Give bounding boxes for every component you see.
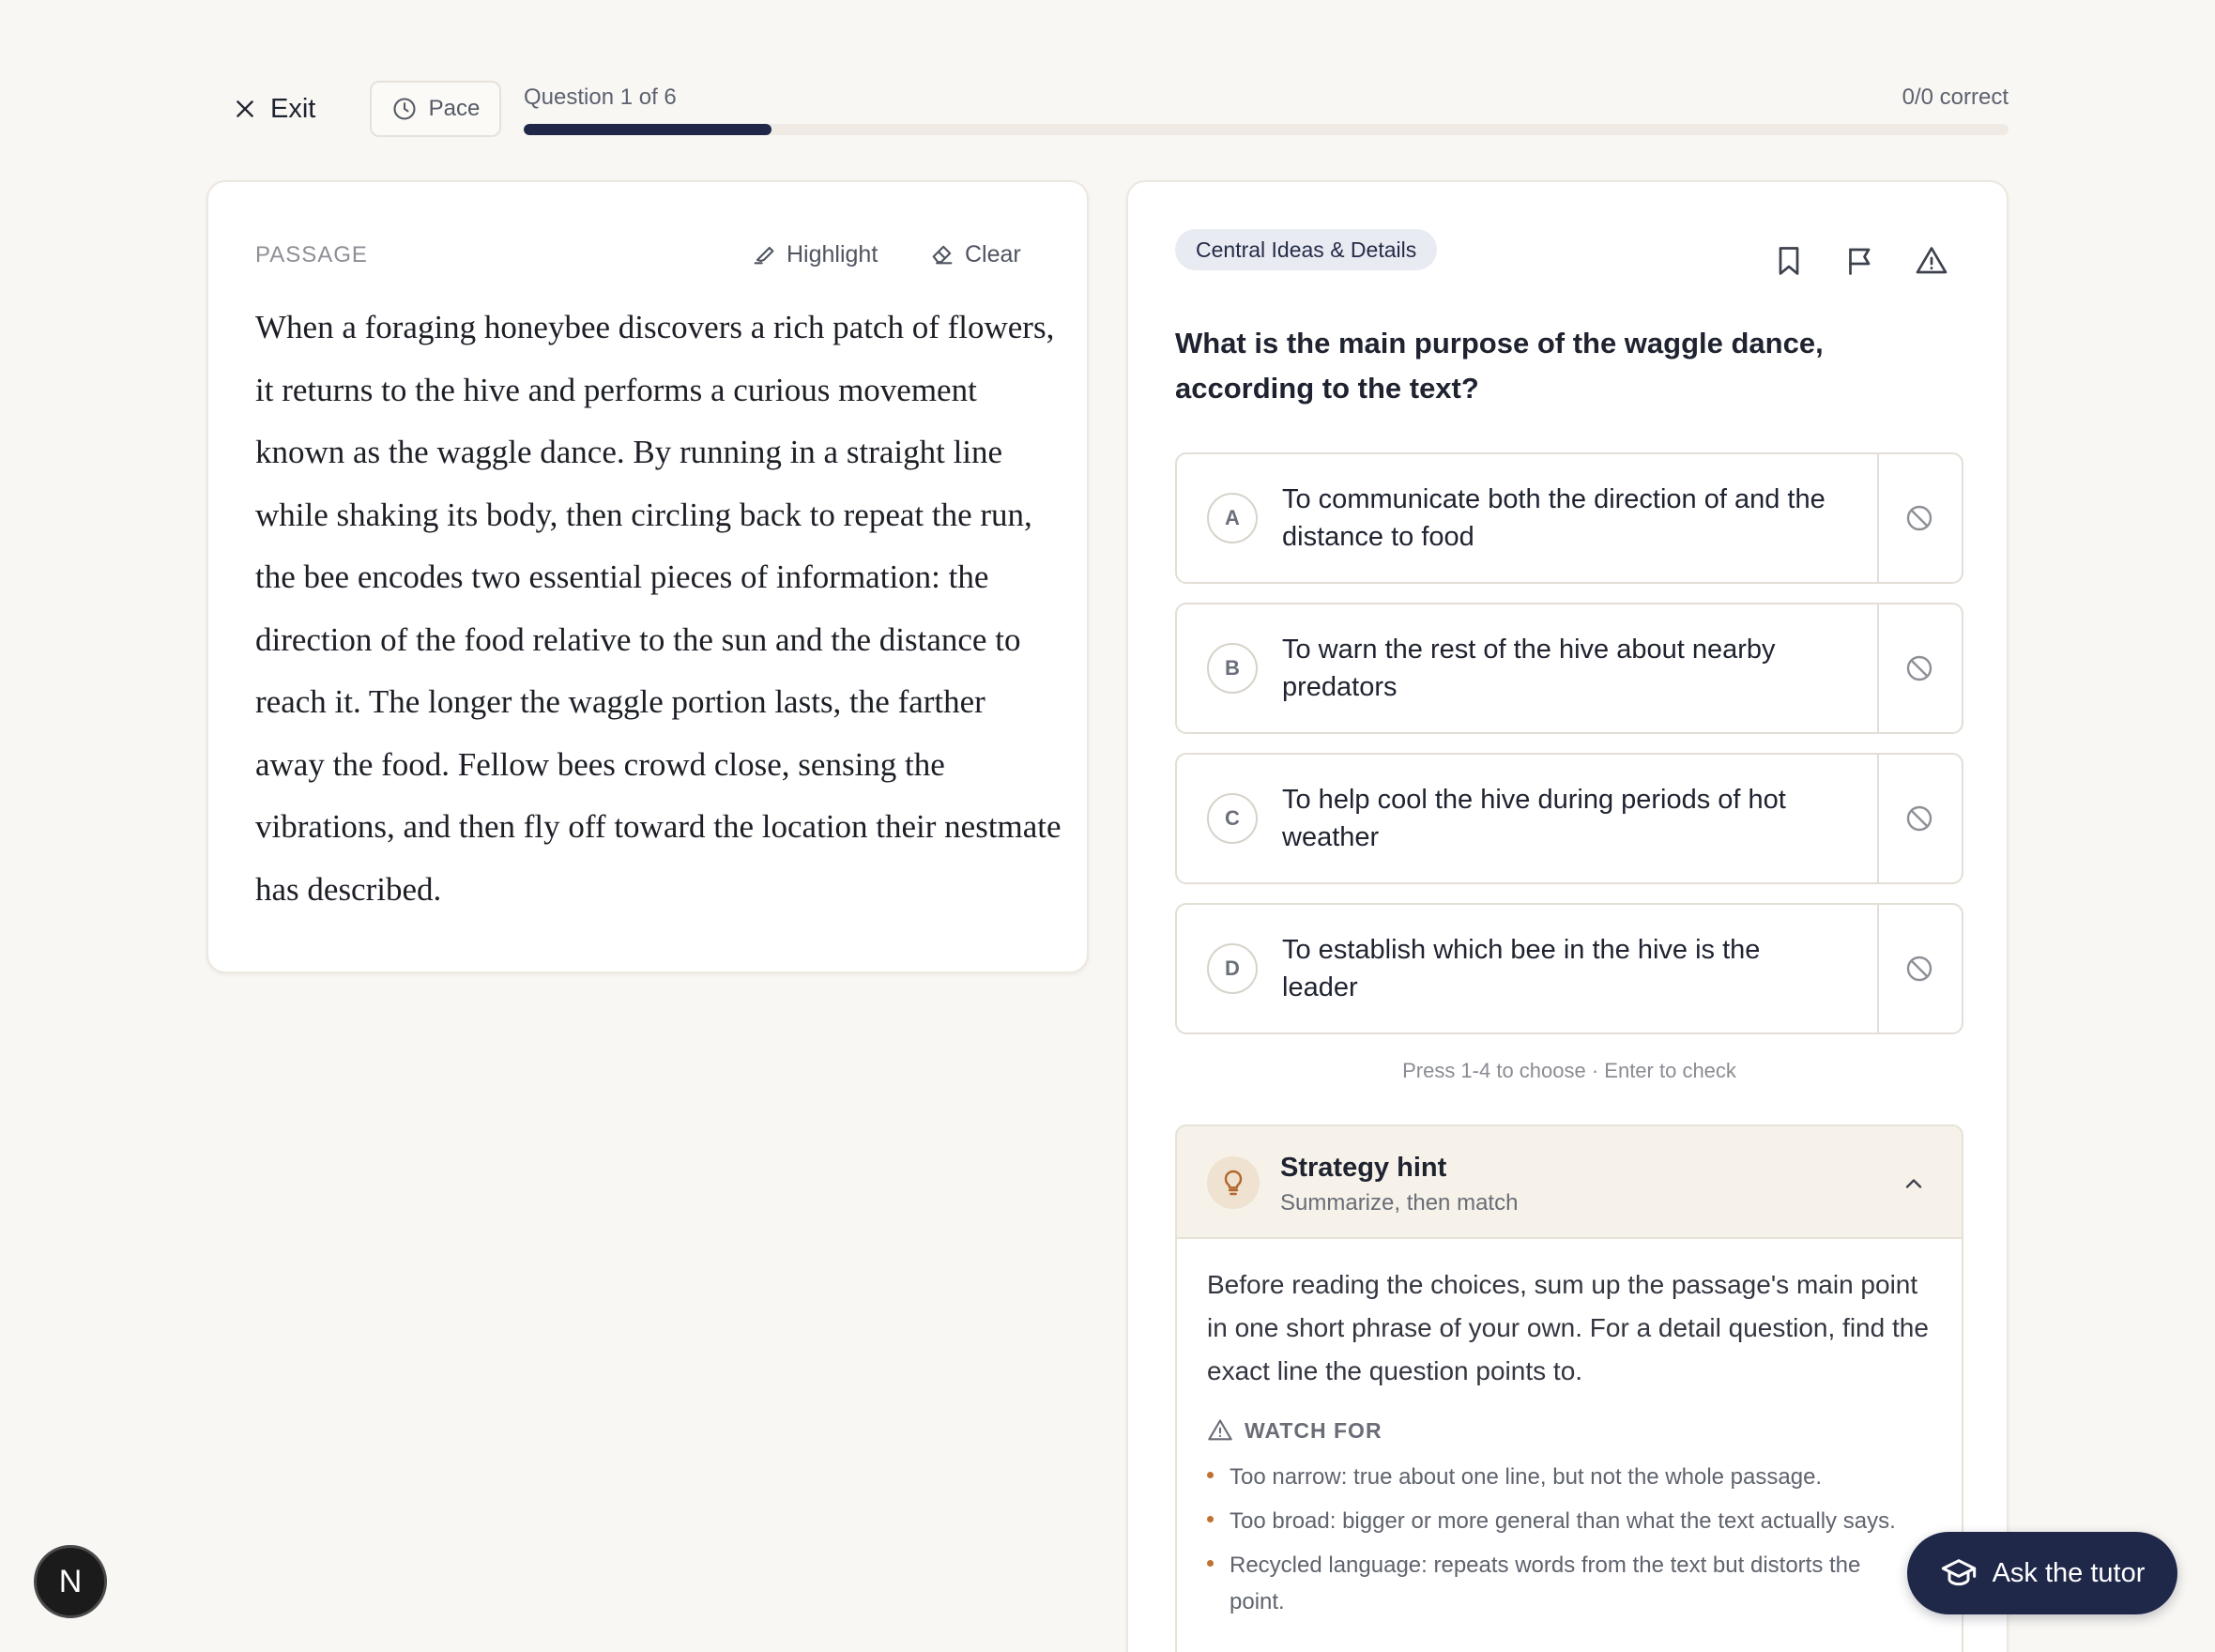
report-button[interactable] <box>1913 242 1950 280</box>
strike-circle-icon <box>1906 655 1932 681</box>
passage-card: PASSAGE Highlight Clear When a foraging … <box>206 180 1089 973</box>
progress-bar-fill <box>524 124 771 135</box>
eliminate-button[interactable] <box>1877 454 1962 582</box>
list-item: Recycled language: repeats words from th… <box>1207 1547 1920 1620</box>
warning-icon <box>1208 1419 1232 1441</box>
avatar[interactable]: N <box>34 1545 107 1618</box>
pace-label: Pace <box>428 96 481 121</box>
clock-icon <box>393 98 416 120</box>
bookmark-button[interactable] <box>1770 242 1808 280</box>
answer-choices: A To communicate both the direction of a… <box>1175 452 1963 1053</box>
choice-text: To establish which bee in the hive is th… <box>1282 935 1761 1002</box>
chevron-up-icon <box>1905 1179 1922 1188</box>
choice-text: To warn the rest of the hive about nearb… <box>1282 635 1776 702</box>
close-icon <box>237 100 253 117</box>
watch-for-heading: WATCH FOR <box>1207 1417 1382 1444</box>
watch-for-label: WATCH FOR <box>1245 1417 1382 1443</box>
highlight-label: Highlight <box>787 240 878 268</box>
choice-text: To help cool the hive during periods of … <box>1282 785 1786 852</box>
eliminate-button[interactable] <box>1877 905 1962 1032</box>
passage-label: PASSAGE <box>255 242 368 268</box>
question-counter: Question 1 of 6 <box>524 84 677 110</box>
exit-button[interactable]: Exit <box>233 88 315 130</box>
score-counter: 0/0 correct <box>1902 84 2009 110</box>
highlighter-icon <box>754 246 774 265</box>
progress-bar <box>524 124 2009 135</box>
question-text: What is the main purpose of the waggle d… <box>1175 327 1824 405</box>
eraser-icon <box>932 245 953 265</box>
highlight-button[interactable]: Highlight <box>751 238 878 270</box>
strike-circle-icon <box>1906 956 1932 982</box>
hint-title: Strategy hint <box>1280 1153 1447 1183</box>
strategy-hint-panel: Strategy hint Summarize, then match Befo… <box>1175 1124 1963 1652</box>
pace-button[interactable]: Pace <box>370 81 501 137</box>
strike-circle-icon <box>1906 505 1932 531</box>
choice-letter: A <box>1207 493 1258 543</box>
strategy-hint-header[interactable]: Strategy hint Summarize, then match <box>1177 1126 1962 1239</box>
passage-text[interactable]: When a foraging honeybee discovers a ric… <box>255 297 1062 921</box>
warning-icon <box>1916 247 1948 274</box>
answer-choice-a[interactable]: A To communicate both the direction of a… <box>1175 452 1963 584</box>
flag-icon <box>1849 248 1871 275</box>
answer-choice-b[interactable]: B To warn the rest of the hive about nea… <box>1175 603 1963 734</box>
clear-button[interactable]: Clear <box>929 238 1021 270</box>
strike-circle-icon <box>1906 805 1932 832</box>
ask-tutor-label: Ask the tutor <box>1992 1557 2146 1588</box>
eliminate-button[interactable] <box>1877 755 1962 882</box>
lightbulb-badge <box>1207 1156 1260 1209</box>
answer-choice-c[interactable]: C To help cool the hive during periods o… <box>1175 753 1963 884</box>
list-item: Too broad: bigger or more general than w… <box>1207 1503 1920 1539</box>
collapse-hint-button[interactable] <box>1898 1168 1930 1200</box>
choice-letter: B <box>1207 643 1258 694</box>
category-badge: Central Ideas & Details <box>1175 229 1438 270</box>
choice-text: To communicate both the direction of and… <box>1282 484 1825 552</box>
question-card: Central Ideas & Details What is the main… <box>1126 180 2009 1652</box>
hint-body: Before reading the choices, sum up the p… <box>1207 1270 1929 1385</box>
hint-subtitle: Summarize, then match <box>1280 1190 1519 1216</box>
exit-label: Exit <box>270 93 316 124</box>
ask-tutor-button[interactable]: Ask the tutor <box>1907 1532 2177 1614</box>
flag-button[interactable] <box>1841 242 1879 280</box>
choice-letter: C <box>1207 793 1258 844</box>
answer-choice-d[interactable]: D To establish which bee in the hive is … <box>1175 903 1963 1034</box>
choice-letter: D <box>1207 943 1258 994</box>
graduation-cap-icon <box>1941 1559 1976 1586</box>
clear-label: Clear <box>965 240 1021 268</box>
list-item: Too narrow: true about one line, but not… <box>1207 1459 1920 1495</box>
top-bar: Exit Pace Question 1 of 6 0/0 correct <box>0 0 2215 169</box>
keyboard-hint: Press 1-4 to choose · Enter to check <box>1402 1059 1736 1082</box>
eliminate-button[interactable] <box>1877 604 1962 732</box>
watch-for-list: Too narrow: true about one line, but not… <box>1207 1459 1920 1628</box>
bookmark-icon <box>1779 247 1799 275</box>
lightbulb-icon <box>1224 1170 1243 1196</box>
